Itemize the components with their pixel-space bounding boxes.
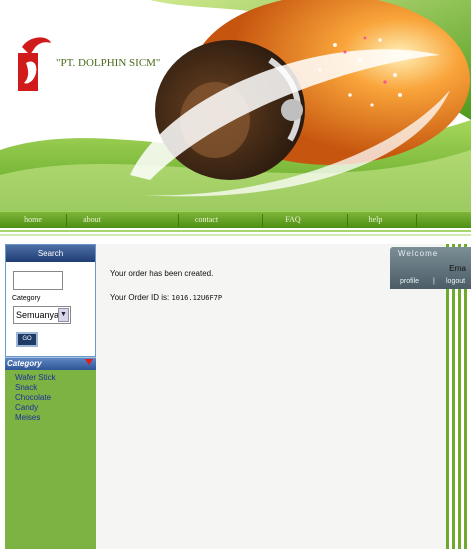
category-panel-header: Category	[5, 357, 96, 370]
link-separator: |	[433, 278, 435, 285]
order-id-label: Your Order ID is:	[110, 293, 170, 302]
welcome-title: Welcome	[398, 249, 439, 258]
category-label: Category	[12, 295, 41, 302]
nav-about[interactable]: about	[67, 212, 117, 229]
stripe	[464, 244, 467, 549]
banner-artwork	[0, 0, 471, 212]
chevron-down-icon[interactable]: ▼	[58, 308, 69, 322]
left-sidebar: Search Category Semuanya ▼ GO Category W…	[5, 244, 96, 549]
header-banner: "PT. DOLPHIN SICM"	[0, 0, 471, 212]
main-content: Your order has been created. Your Order …	[96, 244, 446, 549]
search-panel-title: Search	[6, 245, 95, 262]
category-panel-title: Category	[7, 359, 42, 368]
category-link-snack[interactable]: Snack	[15, 383, 56, 393]
category-select-value: Semuanya	[16, 310, 60, 320]
nav-divider	[416, 214, 417, 227]
category-select[interactable]: Semuanya ▼	[13, 306, 71, 324]
main-navigation: home about contact FAQ help	[0, 211, 471, 228]
order-created-message: Your order has been created.	[110, 269, 214, 278]
search-input[interactable]	[13, 271, 63, 290]
category-link-wafer-stick[interactable]: Wafer Stick	[15, 373, 56, 383]
order-id-line: Your Order ID is: 1016.12U6F7P	[110, 293, 222, 302]
nav-contact[interactable]: contact	[179, 212, 234, 229]
logout-link[interactable]: logout	[446, 278, 465, 285]
search-panel: Search Category Semuanya ▼ GO	[5, 244, 96, 357]
username: Erna	[449, 264, 466, 273]
category-link-meises[interactable]: Meises	[15, 413, 56, 423]
category-list: Wafer Stick Snack Chocolate Candy Meises	[15, 373, 56, 423]
nav-faq[interactable]: FAQ	[263, 212, 323, 229]
category-link-candy[interactable]: Candy	[15, 403, 56, 413]
go-button[interactable]: GO	[16, 332, 38, 347]
nav-underline	[0, 230, 471, 232]
collapse-triangle-icon[interactable]	[85, 359, 93, 365]
nav-underline-light	[0, 234, 471, 236]
stripe	[452, 244, 455, 549]
nav-home[interactable]: home	[0, 212, 66, 229]
order-id-value: 1016.12U6F7P	[171, 294, 223, 302]
company-name: "PT. DOLPHIN SICM"	[56, 57, 161, 69]
profile-link[interactable]: profile	[400, 278, 419, 285]
right-decoration	[446, 244, 471, 549]
welcome-box: Welcome Erna profile | logout	[390, 247, 471, 289]
category-link-chocolate[interactable]: Chocolate	[15, 393, 56, 403]
stripe	[446, 244, 449, 549]
stripe	[458, 244, 461, 549]
nav-help[interactable]: help	[348, 212, 403, 229]
dolphin-logo-icon	[18, 37, 51, 91]
